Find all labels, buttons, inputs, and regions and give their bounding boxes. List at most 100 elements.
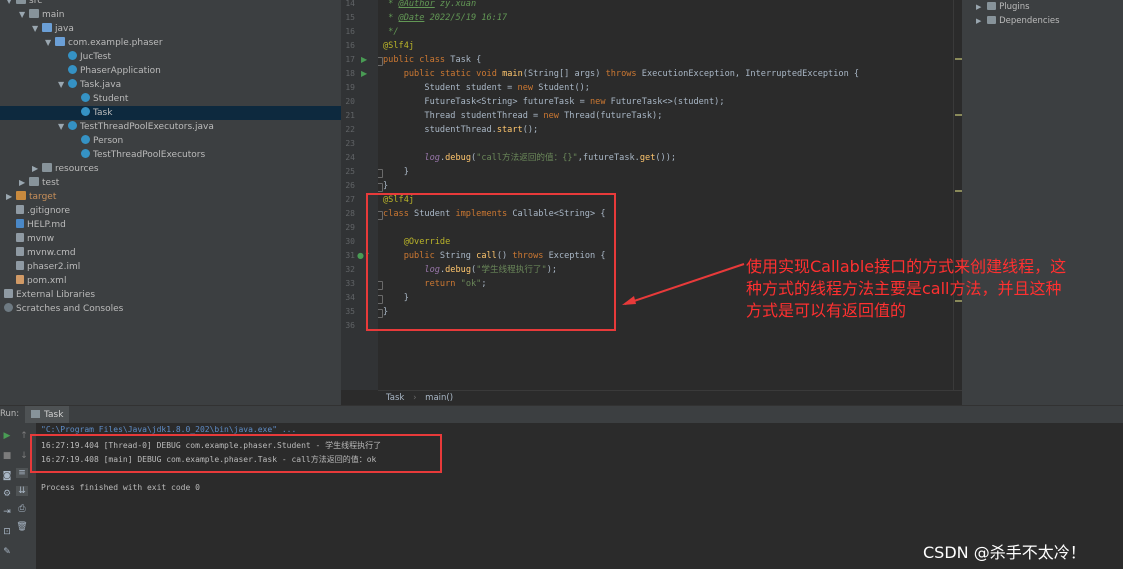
expand-arrow-icon[interactable]: ▶	[19, 176, 29, 190]
code-line[interactable]: * @Author zy.xuan	[383, 0, 476, 10]
code-line[interactable]: */	[383, 26, 398, 38]
collapse-arrow-icon[interactable]: ▼	[32, 22, 42, 36]
line-number: 20	[345, 97, 355, 106]
line-number: 21	[345, 111, 355, 120]
stop-icon[interactable]: ■	[1, 451, 13, 461]
run-gutter-icon[interactable]: ▶	[361, 55, 367, 64]
class-icon	[68, 51, 77, 60]
tree-item[interactable]: mvnw	[6, 232, 54, 246]
code-line[interactable]: }	[383, 180, 388, 192]
code-line[interactable]: @Slf4j	[383, 40, 414, 52]
project-tree-panel: ▼ src ▼ main ▼ java ▼ com.example.phaser JucTest…	[0, 0, 341, 405]
tree-item-label: com.example.phaser	[68, 38, 163, 48]
tree-item-label: Task.java	[80, 80, 122, 90]
collapse-arrow-icon[interactable]: ▼	[6, 0, 16, 8]
code-line[interactable]: log.debug("call方法返回的值：{}",futureTask.get…	[383, 152, 676, 164]
pin-icon[interactable]: ⊡	[1, 527, 13, 537]
run-tab-label: Task	[44, 410, 64, 420]
tree-item[interactable]: ▶ target	[6, 190, 56, 204]
tree-item[interactable]: ▼ src	[6, 0, 42, 8]
scroll-to-end-icon[interactable]: ⇊	[16, 486, 28, 496]
exit-icon[interactable]: ⇥	[1, 507, 13, 517]
tree-item[interactable]: PhaserApplication	[58, 64, 161, 78]
expand-arrow-icon[interactable]: ▶	[976, 3, 981, 11]
tree-item[interactable]: Task	[0, 106, 341, 120]
tree-item[interactable]: Scratches and Consoles	[4, 302, 123, 316]
line-number: 22	[345, 125, 355, 134]
line-number: 19	[345, 83, 355, 92]
collapse-arrow-icon[interactable]: ▼	[45, 36, 55, 50]
breadcrumb-item-class[interactable]: Task	[386, 393, 404, 403]
tree-item-label: src	[29, 0, 43, 6]
code-line[interactable]: public class Task {	[383, 54, 481, 66]
collapse-arrow-icon[interactable]: ▼	[58, 120, 68, 134]
up-arrow-icon[interactable]: ↑	[18, 431, 30, 441]
tree-item[interactable]: phaser2.iml	[6, 260, 80, 274]
code-line[interactable]: studentThread.start();	[383, 124, 538, 136]
breadcrumb-item-method[interactable]: main()	[425, 393, 453, 403]
line-number: 23	[345, 139, 355, 148]
code-line[interactable]: }	[383, 166, 409, 178]
expand-arrow-icon[interactable]: ▶	[6, 190, 16, 204]
fold-marker-icon[interactable]	[378, 183, 383, 192]
line-number: 25	[345, 167, 355, 176]
down-arrow-icon[interactable]: ↓	[18, 451, 30, 461]
collapse-arrow-icon[interactable]: ▼	[58, 78, 68, 92]
tree-item[interactable]: External Libraries	[4, 288, 95, 302]
camera-icon[interactable]: ◙	[1, 471, 13, 481]
line-number: 34	[345, 293, 355, 302]
tree-item[interactable]: ▶ test	[19, 176, 59, 190]
code-line[interactable]: FutureTask<String> futureTask = new Futu…	[383, 96, 724, 108]
expand-arrow-icon[interactable]: ▶	[32, 162, 42, 176]
code-line[interactable]: * @Date 2022/5/19 16:17	[383, 12, 507, 24]
tree-item[interactable]: Person	[71, 134, 123, 148]
tree-item[interactable]: ▶ resources	[32, 162, 99, 176]
expand-arrow-icon[interactable]: ▶	[976, 17, 981, 25]
scrollbar-marker	[955, 58, 962, 60]
tree-item[interactable]: HELP.md	[6, 218, 66, 232]
tree-item[interactable]: pom.xml	[6, 274, 66, 288]
gitignore-file-icon	[16, 205, 24, 214]
rerun-icon[interactable]: ▶	[1, 431, 13, 441]
annotation-arrow-icon	[622, 263, 745, 305]
tree-item[interactable]: JucTest	[58, 50, 111, 64]
run-tab-task[interactable]: Task	[25, 406, 70, 424]
fold-marker-icon[interactable]	[378, 57, 383, 66]
code-line[interactable]: Student student = new Student();	[383, 82, 590, 94]
line-number: 36	[345, 321, 355, 330]
tree-item[interactable]: mvnw.cmd	[6, 246, 76, 260]
trash-icon[interactable]: 🗑	[16, 522, 28, 532]
pin-tab-icon[interactable]: ✎	[1, 547, 13, 557]
class-icon	[81, 93, 90, 102]
tree-item[interactable]: .gitignore	[6, 204, 70, 218]
code-line[interactable]: Thread studentThread = new Thread(future…	[383, 110, 662, 122]
run-panel-title: Run:	[0, 409, 20, 419]
class-icon	[81, 149, 90, 158]
fold-marker-icon[interactable]	[378, 169, 383, 178]
run-gutter-icon[interactable]: ▶	[361, 69, 367, 78]
plugins-icon	[987, 2, 997, 10]
tree-item[interactable]: ▼ TestThreadPoolExecutors.java	[58, 120, 214, 134]
maven-item-label: Dependencies	[999, 16, 1060, 26]
tree-item[interactable]: ▼ main	[19, 8, 65, 22]
tree-item[interactable]: ▼ java	[32, 22, 74, 36]
dependencies-icon	[987, 16, 997, 24]
collapse-arrow-icon[interactable]: ▼	[19, 8, 29, 22]
soft-wrap-icon[interactable]: ≡	[16, 468, 28, 478]
maven-item-plugins[interactable]: ▶ Plugins	[976, 2, 1030, 12]
class-icon	[81, 135, 90, 144]
java-file-icon	[68, 79, 77, 88]
tree-item[interactable]: ▼ Task.java	[58, 78, 121, 92]
markdown-file-icon	[16, 219, 24, 228]
settings-icon[interactable]: ⚙	[1, 489, 13, 499]
tree-item[interactable]: TestThreadPoolExecutors	[71, 148, 205, 162]
maven-item-dependencies[interactable]: ▶ Dependencies	[976, 16, 1060, 26]
tree-item[interactable]: ▼ com.example.phaser	[45, 36, 163, 50]
scratches-icon	[4, 303, 13, 312]
print-icon[interactable]: ⎙	[16, 504, 28, 514]
line-number: 32	[345, 265, 355, 274]
tree-item-label: target	[29, 192, 57, 202]
console-line: Process finished with exit code 0	[41, 483, 200, 492]
tree-item[interactable]: Student	[71, 92, 128, 106]
code-line[interactable]: public static void main(String[] args) t…	[383, 68, 859, 80]
